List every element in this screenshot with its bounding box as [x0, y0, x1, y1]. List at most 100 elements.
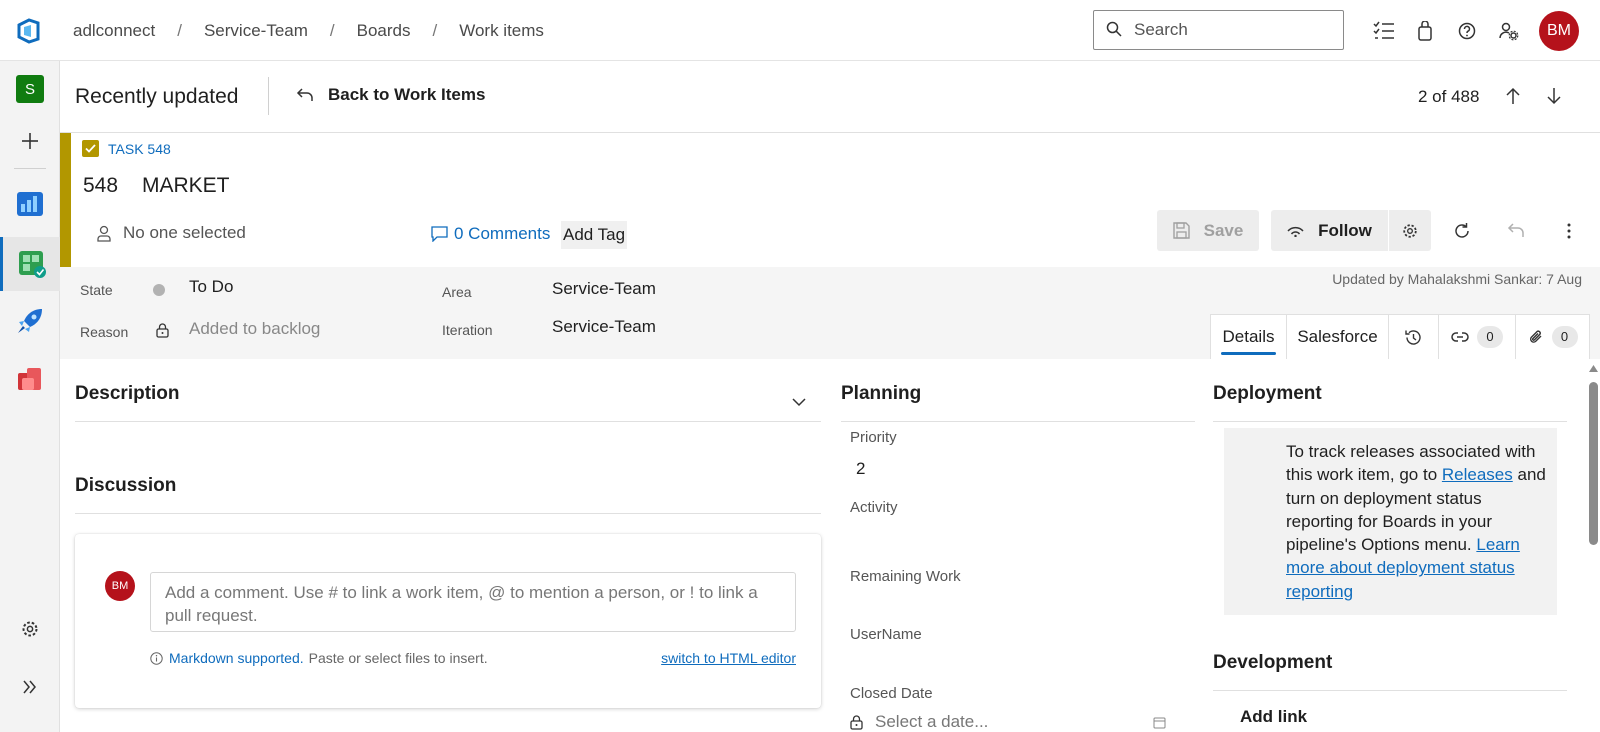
breadcrumb-boards[interactable]: Boards [357, 21, 411, 41]
wifi-follow-icon [1287, 226, 1304, 237]
pipelines-icon [18, 309, 42, 333]
undo-button[interactable] [1504, 219, 1528, 243]
pipelines-nav-item[interactable] [0, 297, 60, 345]
undo-icon [1507, 223, 1524, 237]
follow-button[interactable]: Follow [1271, 210, 1388, 251]
task-list-icon[interactable] [1372, 19, 1396, 43]
work-item-header: TASK 548 548 MARKET No one selected 0 Co… [60, 133, 1600, 267]
help-icon[interactable] [1455, 19, 1479, 43]
closed-date-placeholder: Select a date... [875, 712, 989, 731]
breadcrumb-separator: / [329, 20, 335, 40]
breadcrumb-organization[interactable]: adlconnect [73, 21, 155, 41]
username-label: UserName [850, 626, 922, 643]
left-navigation-rail: S [0, 61, 60, 732]
save-label: Save [1203, 220, 1244, 240]
breadcrumb-separator: / [432, 20, 438, 40]
gear-icon [22, 621, 38, 637]
more-actions-button[interactable] [1557, 219, 1581, 243]
updated-by-text[interactable]: Updated by Mahalakshmi Sankar: 7 Aug [1332, 271, 1582, 287]
arrow-down-icon [1547, 88, 1561, 105]
remaining-work-field[interactable] [850, 590, 1180, 624]
follow-settings-button[interactable] [1389, 210, 1431, 251]
area-picker[interactable]: Service-Team [552, 279, 656, 299]
add-link-button[interactable]: Add link [1240, 707, 1307, 727]
artifacts-nav-item[interactable] [0, 355, 60, 403]
deployment-divider [1213, 421, 1567, 422]
work-item-title[interactable]: MARKET [142, 174, 230, 198]
closed-date-field[interactable]: Select a date... [850, 712, 1166, 732]
header-divider [268, 77, 269, 115]
calendar-icon [1153, 717, 1166, 728]
state-dropdown[interactable]: To Do [189, 277, 233, 297]
iteration-label: Iteration [442, 322, 493, 338]
rail-divider [14, 168, 46, 169]
task-checkbox-icon [82, 140, 99, 157]
area-label: Area [442, 284, 472, 300]
scroll-up-icon [1589, 365, 1598, 372]
next-item-button[interactable] [1541, 83, 1567, 109]
tab-salesforce[interactable]: Salesforce [1287, 315, 1389, 359]
breadcrumb: adlconnect / Service-Team / Boards / Wor… [73, 0, 544, 61]
work-item-type-label: TASK 548 [108, 140, 171, 157]
add-tag-button[interactable]: Add Tag [561, 221, 628, 249]
switch-to-html-editor-link[interactable]: switch to HTML editor [661, 650, 796, 666]
project-settings-button[interactable] [0, 605, 60, 653]
arrow-up-icon [1506, 87, 1520, 104]
username-field[interactable] [850, 648, 1180, 682]
history-icon [1405, 329, 1421, 345]
boards-nav-item[interactable] [0, 237, 60, 291]
refresh-icon [1455, 223, 1469, 238]
state-indicator [153, 284, 165, 296]
save-button[interactable]: Save [1157, 210, 1259, 251]
activity-label: Activity [850, 499, 898, 516]
breadcrumb-work-items[interactable]: Work items [459, 21, 544, 41]
comments-link[interactable]: 0 Comments [431, 224, 550, 244]
planning-title: Planning [841, 383, 922, 404]
new-project-button[interactable] [0, 117, 60, 165]
chevron-down-icon [792, 398, 806, 407]
refresh-button[interactable] [1450, 219, 1474, 243]
markdown-supported-link[interactable]: Markdown supported. [169, 650, 304, 666]
work-item-id: 548 [83, 174, 119, 197]
collapse-description-button[interactable] [791, 394, 807, 410]
activity-field[interactable] [850, 522, 1180, 556]
search-box[interactable] [1093, 10, 1344, 50]
query-title: Recently updated [75, 85, 239, 108]
person-icon [97, 225, 111, 242]
gear-icon [1403, 223, 1417, 238]
previous-item-button[interactable] [1500, 83, 1526, 109]
iteration-picker[interactable]: Service-Team [552, 317, 656, 337]
user-settings-icon[interactable] [1497, 19, 1521, 43]
scrollbar-thumb[interactable] [1589, 382, 1598, 545]
save-icon [1172, 222, 1190, 239]
tab-details[interactable]: Details [1211, 315, 1287, 359]
project-avatar[interactable]: S [0, 65, 60, 113]
tab-links[interactable]: 0 [1439, 315, 1516, 359]
search-input[interactable] [1134, 20, 1324, 40]
work-item-type-link[interactable]: TASK 548 [82, 140, 171, 157]
assignee-picker[interactable]: No one selected [97, 223, 246, 243]
links-count-badge: 0 [1477, 326, 1503, 348]
comment-input[interactable]: Add a comment. Use # to link a work item… [150, 572, 796, 632]
lock-icon [850, 714, 863, 730]
discussion-divider [75, 513, 821, 514]
plus-icon [22, 133, 38, 149]
description-divider [75, 421, 821, 422]
deployment-title: Deployment [1213, 383, 1322, 404]
overview-nav-item[interactable] [0, 179, 60, 227]
more-vertical-icon [1567, 223, 1571, 239]
closed-date-label: Closed Date [850, 685, 933, 702]
user-avatar[interactable]: BM [1539, 11, 1579, 51]
priority-field[interactable]: 2 [856, 459, 865, 479]
azure-devops-logo-icon[interactable] [16, 18, 42, 44]
tab-attachments[interactable]: 0 [1516, 315, 1589, 359]
back-to-work-items-button[interactable]: Back to Work Items [296, 85, 485, 105]
breadcrumb-project[interactable]: Service-Team [204, 21, 308, 41]
expand-rail-button[interactable] [0, 663, 60, 711]
comments-count-label: 0 Comments [454, 224, 551, 243]
releases-link[interactable]: Releases [1442, 465, 1513, 484]
paste-hint: Paste or select files to insert. [308, 650, 488, 666]
tab-history[interactable] [1389, 315, 1439, 359]
work-item-tabs: Details Salesforce 0 0 [1210, 314, 1590, 359]
shopping-bag-icon[interactable] [1413, 19, 1437, 43]
